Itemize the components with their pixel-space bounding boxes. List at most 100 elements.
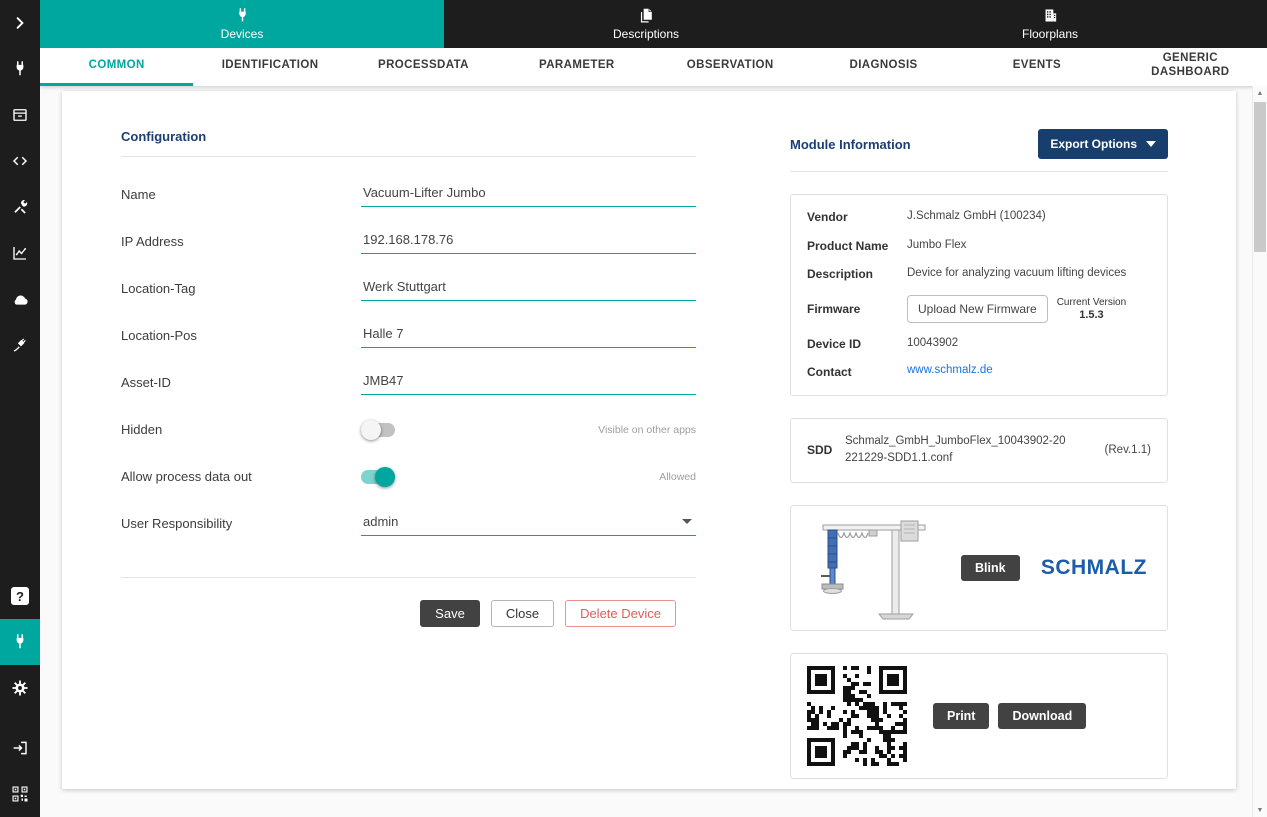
top-tab-floorplans[interactable]: Floorplans	[848, 0, 1252, 48]
firmware-label: Firmware	[807, 301, 907, 316]
sidebar-item-help[interactable]: ?	[0, 573, 40, 619]
ip-address-input[interactable]	[361, 229, 696, 254]
vertical-scrollbar[interactable]: ▲ ▼	[1252, 86, 1267, 817]
tab-processdata[interactable]: PROCESSDATA	[347, 48, 500, 86]
code-icon	[11, 152, 29, 170]
login-icon	[11, 739, 29, 757]
user-responsibility-select[interactable]: admin	[361, 511, 696, 536]
save-button[interactable]: Save	[420, 600, 480, 627]
module-info-card: Vendor J.Schmalz GmbH (100234) Product N…	[790, 194, 1168, 396]
top-tab-descriptions[interactable]: Descriptions	[444, 0, 848, 48]
vendor-value: J.Schmalz GmbH (100234)	[907, 209, 1046, 225]
sidebar-item-login[interactable]	[0, 725, 40, 771]
sdd-card: SDD Schmalz_GmbH_JumboFlex_10043902-2022…	[790, 418, 1168, 483]
firmware-row: Firmware Upload New Firmware Current Ver…	[807, 295, 1151, 323]
tab-common[interactable]: COMMON	[40, 48, 193, 86]
firmware-version-value: 1.5.3	[1057, 309, 1126, 321]
export-options-button[interactable]: Export Options	[1038, 129, 1168, 159]
app-window: ? D	[0, 0, 1267, 817]
device-id-value: 10043902	[907, 336, 958, 352]
sidebar-item-settings[interactable]	[0, 665, 40, 711]
content-area: Configuration Name IP Address Location-T	[40, 86, 1267, 817]
tab-label: OBSERVATION	[687, 59, 774, 72]
module-information-header: Module Information Export Options	[790, 129, 1168, 159]
sidebar-item-connections[interactable]	[0, 322, 40, 368]
module-information-panel: Module Information Export Options Vendor…	[790, 129, 1168, 789]
sidebar-item-qr[interactable]	[0, 771, 40, 817]
ip-address-label: IP Address	[121, 234, 361, 249]
divider	[121, 156, 696, 157]
contact-row: Contact www.schmalz.de	[807, 364, 1151, 379]
process-data-field-row: Allow process data out Allowed	[121, 453, 696, 500]
toggle-knob	[361, 420, 381, 440]
vendor-row: Vendor J.Schmalz GmbH (100234)	[807, 209, 1151, 225]
top-tab-label: Devices	[221, 27, 264, 41]
sdd-label: SDD	[807, 443, 845, 457]
divider	[790, 171, 1168, 172]
hidden-field-row: Hidden Visible on other apps	[121, 406, 696, 453]
top-tab-devices[interactable]: Devices	[40, 0, 444, 48]
process-data-toggle[interactable]	[361, 470, 395, 484]
qr-scanner-icon	[11, 785, 29, 803]
help-icon: ?	[11, 587, 29, 605]
product-name-label: Product Name	[807, 238, 907, 253]
download-button[interactable]: Download	[998, 703, 1086, 729]
scrollbar-thumb[interactable]	[1254, 102, 1266, 252]
description-row: Description Device for analyzing vacuum …	[807, 266, 1151, 282]
tab-generic-dashboard[interactable]: GENERIC DASHBOARD	[1114, 48, 1267, 86]
top-tab-label: Floorplans	[1022, 27, 1078, 41]
sdd-filename: Schmalz_GmbH_JumboFlex_10043902-20221229…	[845, 433, 1070, 468]
configuration-form: Name IP Address Location-Tag Locati	[121, 171, 696, 547]
sidebar-item-tools[interactable]	[0, 184, 40, 230]
sidebar-item-analytics[interactable]	[0, 230, 40, 276]
package-icon	[11, 106, 29, 124]
sidebar-item-code[interactable]	[0, 138, 40, 184]
scrollbar-up-arrow[interactable]: ▲	[1253, 86, 1267, 100]
form-actions: Save Close Delete Device	[121, 600, 696, 627]
location-tag-input[interactable]	[361, 276, 696, 301]
contact-label: Contact	[807, 364, 907, 379]
sidebar-item-packages[interactable]	[0, 92, 40, 138]
name-input[interactable]	[361, 182, 696, 207]
tab-observation[interactable]: OBSERVATION	[654, 48, 807, 86]
main-area: Devices Descriptions Floorplans COMMON I…	[40, 0, 1267, 817]
tab-label: EVENTS	[1013, 59, 1061, 72]
sidebar-item-cloud[interactable]	[0, 276, 40, 322]
product-name-value: Jumbo Flex	[907, 238, 966, 254]
location-pos-label: Location-Pos	[121, 328, 361, 343]
ip-address-field-row: IP Address	[121, 218, 696, 265]
tab-identification[interactable]: IDENTIFICATION	[193, 48, 346, 86]
tab-diagnosis[interactable]: DIAGNOSIS	[807, 48, 960, 86]
hidden-toggle[interactable]	[361, 423, 395, 437]
delete-device-button[interactable]: Delete Device	[565, 600, 676, 627]
asset-id-label: Asset-ID	[121, 375, 361, 390]
blink-button[interactable]: Blink	[961, 555, 1020, 581]
sidebar-item-devices[interactable]	[0, 46, 40, 92]
tab-parameter[interactable]: PARAMETER	[500, 48, 653, 86]
close-button[interactable]: Close	[491, 600, 554, 627]
tab-label: DIAGNOSIS	[849, 59, 917, 72]
tab-label: IDENTIFICATION	[222, 59, 319, 72]
tab-events[interactable]: EVENTS	[960, 48, 1113, 86]
location-pos-input[interactable]	[361, 323, 696, 348]
asset-id-input[interactable]	[361, 370, 696, 395]
top-tab-label: Descriptions	[613, 27, 679, 41]
chart-icon	[11, 244, 29, 262]
export-options-label: Export Options	[1050, 137, 1137, 151]
user-responsibility-label: User Responsibility	[121, 516, 361, 531]
building-icon	[1042, 7, 1059, 24]
sub-navigation: COMMON IDENTIFICATION PROCESSDATA PARAME…	[40, 48, 1267, 86]
sidebar-item-device-active[interactable]	[0, 619, 40, 665]
upload-firmware-button[interactable]: Upload New Firmware	[907, 295, 1048, 323]
tab-label: COMMON	[89, 59, 145, 72]
scrollbar-down-arrow[interactable]: ▼	[1253, 803, 1267, 817]
product-name-row: Product Name Jumbo Flex	[807, 238, 1151, 254]
name-field-row: Name	[121, 171, 696, 218]
print-button[interactable]: Print	[933, 703, 989, 729]
user-responsibility-field-row: User Responsibility admin	[121, 500, 696, 547]
location-pos-field-row: Location-Pos	[121, 312, 696, 359]
sidebar-item-expand[interactable]	[0, 0, 40, 46]
toggle-knob	[375, 467, 395, 487]
contact-link[interactable]: www.schmalz.de	[907, 364, 993, 376]
chevron-down-icon	[1146, 141, 1156, 147]
